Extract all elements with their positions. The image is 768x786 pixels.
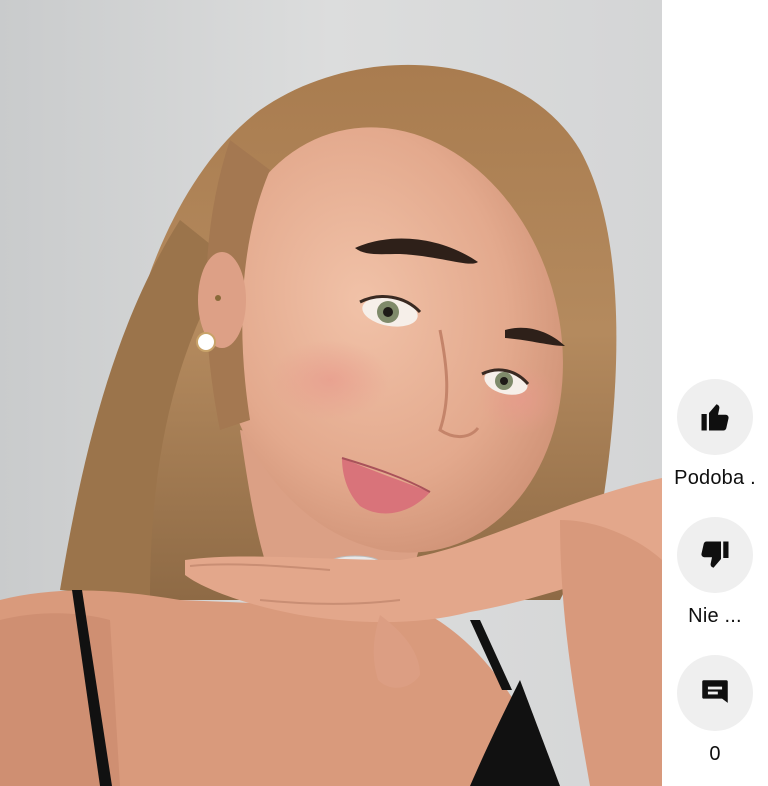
comments-count: 0 — [709, 743, 721, 765]
comment-icon — [702, 680, 728, 703]
dislike-action: Nie ... — [662, 517, 768, 628]
dislike-label: Nie ... — [688, 605, 742, 627]
video-image — [0, 0, 662, 786]
dislike-button[interactable] — [677, 517, 753, 593]
shorts-player: Podoba . Nie ... 0 — [0, 0, 768, 786]
thumbs-up-icon — [701, 404, 729, 431]
like-action: Podoba . — [662, 379, 768, 490]
like-button[interactable] — [677, 379, 753, 455]
like-label: Podoba . — [674, 467, 756, 489]
action-rail: Podoba . Nie ... 0 — [662, 0, 768, 786]
video-frame[interactable] — [0, 0, 662, 786]
comments-action: 0 — [662, 655, 768, 766]
comments-button[interactable] — [677, 655, 753, 731]
thumbs-down-icon — [701, 541, 729, 568]
